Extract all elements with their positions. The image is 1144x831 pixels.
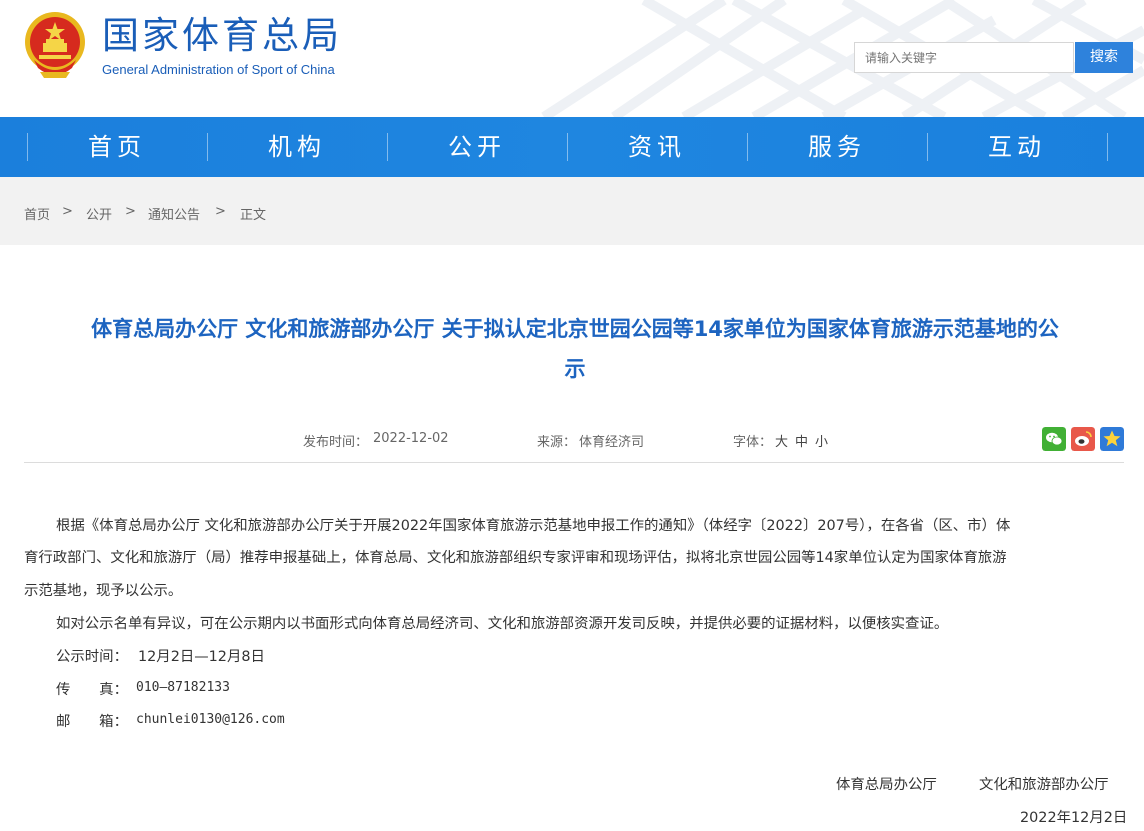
article-title: 体育总局办公厅 文化和旅游部办公厅 关于拟认定北京世园公园等14家单位为国家体育… — [20, 309, 1130, 389]
paragraph-line: 育行政部门、文化和旅游厅（局）推荐申报基础上，体育总局、文化和旅游部组织专家评审… — [24, 550, 1007, 566]
fax-value: 010—87182133 — [136, 680, 230, 695]
national-emblem-icon — [25, 12, 85, 78]
nav-item-news[interactable]: 资讯 — [567, 117, 747, 177]
breadcrumb-separator: > — [125, 204, 136, 219]
breadcrumb-separator: > — [215, 204, 226, 219]
nav-item-public[interactable]: 公开 — [387, 117, 567, 177]
site-header: 国家体育总局 General Administration of Sport o… — [0, 0, 1144, 117]
breadcrumb: 首页 > 公开 > 通知公告 > 正文 — [0, 177, 1144, 245]
source-value: 体育经济司 — [579, 435, 645, 450]
font-size-large-button[interactable]: 大 — [775, 431, 788, 450]
font-size-label: 字体： — [733, 435, 773, 450]
font-size-small-button[interactable]: 小 — [815, 431, 828, 450]
signature-culture: 文化和旅游部办公厅 — [979, 777, 1109, 793]
breadcrumb-home[interactable]: 首页 — [24, 204, 50, 223]
article-title-line: 示 — [564, 357, 586, 381]
search-input[interactable] — [854, 42, 1074, 73]
nav-item-interaction[interactable]: 互动 — [927, 117, 1107, 177]
breadcrumb-public[interactable]: 公开 — [86, 204, 112, 223]
publish-date: 2022-12-02 — [373, 431, 449, 446]
font-size-medium-button[interactable]: 中 — [795, 431, 808, 450]
source-label: 来源： — [537, 435, 577, 450]
period-label: 公示时间： — [56, 649, 128, 665]
weibo-icon[interactable] — [1071, 427, 1095, 451]
email-value[interactable]: chunlei0130@126.com — [136, 712, 285, 727]
wechat-icon[interactable] — [1042, 427, 1066, 451]
nav-divider — [1107, 133, 1108, 161]
breadcrumb-separator: > — [62, 204, 73, 219]
fax-label: 传 真： — [56, 682, 128, 698]
site-title-cn[interactable]: 国家体育总局 — [102, 14, 342, 58]
favorite-icon[interactable] — [1100, 427, 1124, 451]
site-title-en[interactable]: General Administration of Sport of China — [102, 62, 335, 77]
nav-item-services[interactable]: 服务 — [747, 117, 927, 177]
main-nav: 首页 机构 公开 资讯 服务 互动 — [0, 117, 1144, 177]
email-label: 邮 箱： — [56, 714, 128, 730]
period-value: 12月2日—12月8日 — [138, 649, 265, 665]
paragraph-line: 示范基地，现予以公示。 — [24, 583, 183, 599]
nav-item-organization[interactable]: 机构 — [207, 117, 387, 177]
paragraph-line: 根据《体育总局办公厅 文化和旅游部办公厅关于开展2022年国家体育旅游示范基地申… — [56, 518, 1011, 534]
signature-date: 2022年12月2日 — [1020, 810, 1128, 826]
nav-item-home[interactable]: 首页 — [27, 117, 207, 177]
search-button[interactable]: 搜索 — [1075, 42, 1133, 73]
signature-sport: 体育总局办公厅 — [836, 777, 937, 793]
article-title-line: 体育总局办公厅 文化和旅游部办公厅 关于拟认定北京世园公园等14家单位为国家体育… — [91, 317, 1059, 341]
meta-divider — [24, 462, 1124, 463]
publish-label: 发布时间： — [303, 435, 369, 450]
breadcrumb-notices[interactable]: 通知公告 — [148, 204, 200, 223]
breadcrumb-current: 正文 — [240, 208, 267, 223]
paragraph-objection: 如对公示名单有异议，可在公示期内以书面形式向体育总局经济司、文化和旅游部资源开发… — [56, 616, 949, 632]
